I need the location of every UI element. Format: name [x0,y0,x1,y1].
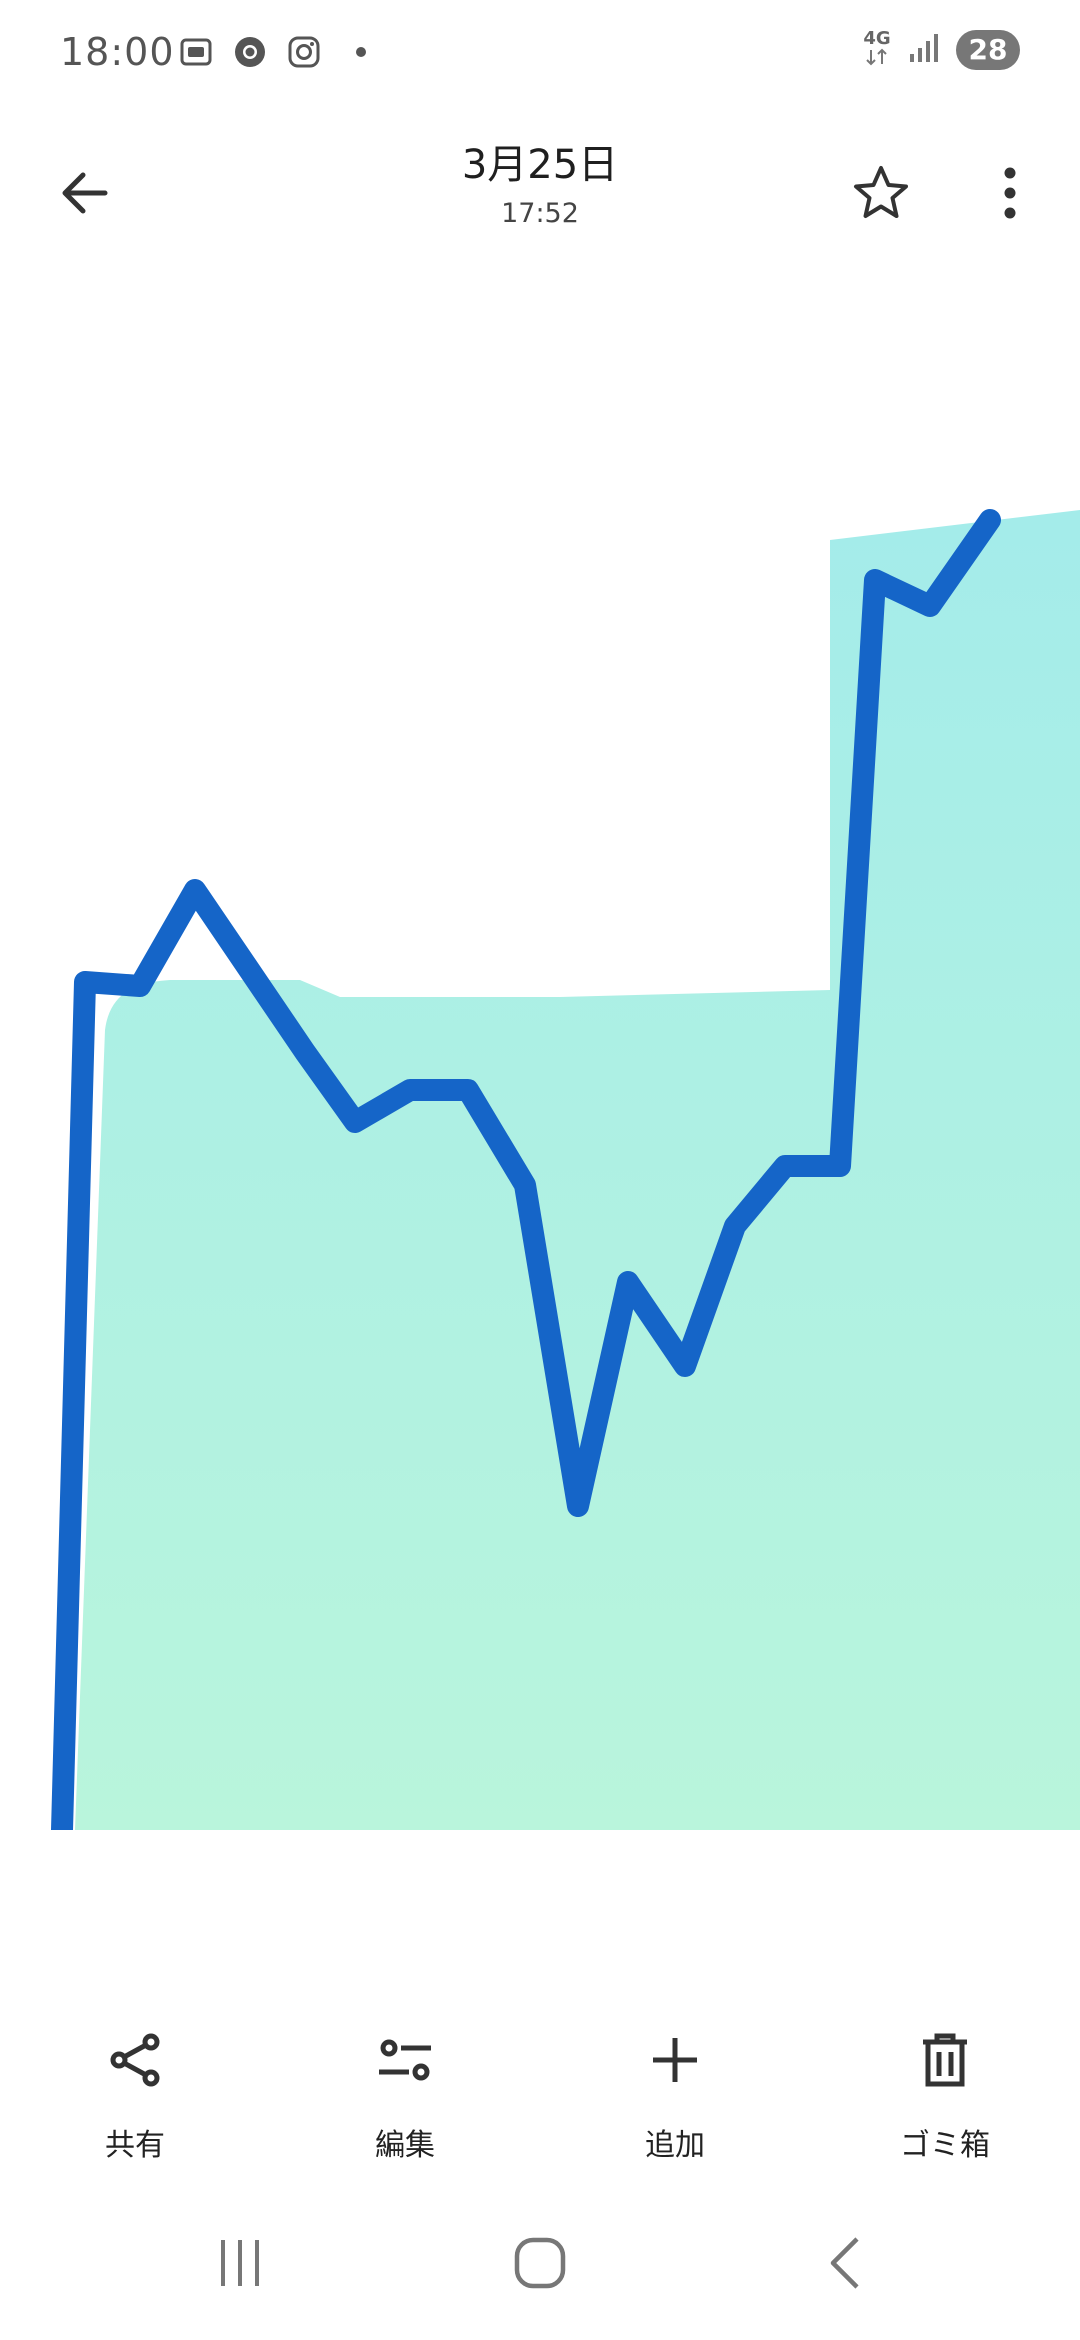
edit-icon [375,2020,435,2100]
app-bar: 3月25日 17:52 [0,110,1080,270]
back-icon [825,2235,865,2295]
instagram-icon [286,34,322,70]
chart-area-fill [75,510,1080,1830]
more-vert-icon [1000,165,1020,225]
battery-icon: 28 [956,30,1020,70]
favorite-button[interactable] [836,150,926,240]
recent-apps-icon [215,2236,265,2294]
network-4g-icon: 4G [862,30,892,70]
system-nav-bar [0,2210,1080,2320]
home-icon [512,2235,568,2295]
home-button[interactable] [470,2210,610,2320]
edit-label: 編集 [375,2128,435,2163]
trash-icon [915,2020,975,2100]
back-arrow-icon [57,165,113,225]
add-button[interactable]: 追加 [575,2020,775,2190]
photo-title: 3月25日 17:52 [340,140,740,229]
more-options-button[interactable] [980,150,1040,240]
status-notification-icons [178,34,366,70]
photo-view[interactable] [0,500,1080,1841]
status-bar: 18:00 4G 28 [0,0,1080,110]
photo-time: 17:52 [501,198,579,229]
signal-icon [906,30,942,70]
status-system-icons: 4G 28 [862,30,1020,70]
notification-dot [356,47,366,57]
add-label: 追加 [645,2128,705,2163]
share-icon [105,2020,165,2100]
trash-label: ゴミ箱 [900,2128,990,2163]
share-label: 共有 [105,2128,165,2163]
add-icon [645,2020,705,2100]
star-icon [851,163,911,227]
recent-apps-button[interactable] [170,2210,310,2320]
trash-button[interactable]: ゴミ箱 [845,2020,1045,2190]
status-time: 18:00 [60,30,175,74]
edit-button[interactable]: 編集 [305,2020,505,2190]
action-bar: 共有 編集 追加 ゴミ箱 [0,2020,1080,2190]
back-button[interactable] [40,150,130,240]
chart-photo [51,509,1080,1841]
screenshot-icon [178,34,214,70]
photo-date: 3月25日 [461,142,619,188]
nav-back-button[interactable] [775,2210,915,2320]
chrome-icon [232,34,268,70]
share-button[interactable]: 共有 [35,2020,235,2190]
